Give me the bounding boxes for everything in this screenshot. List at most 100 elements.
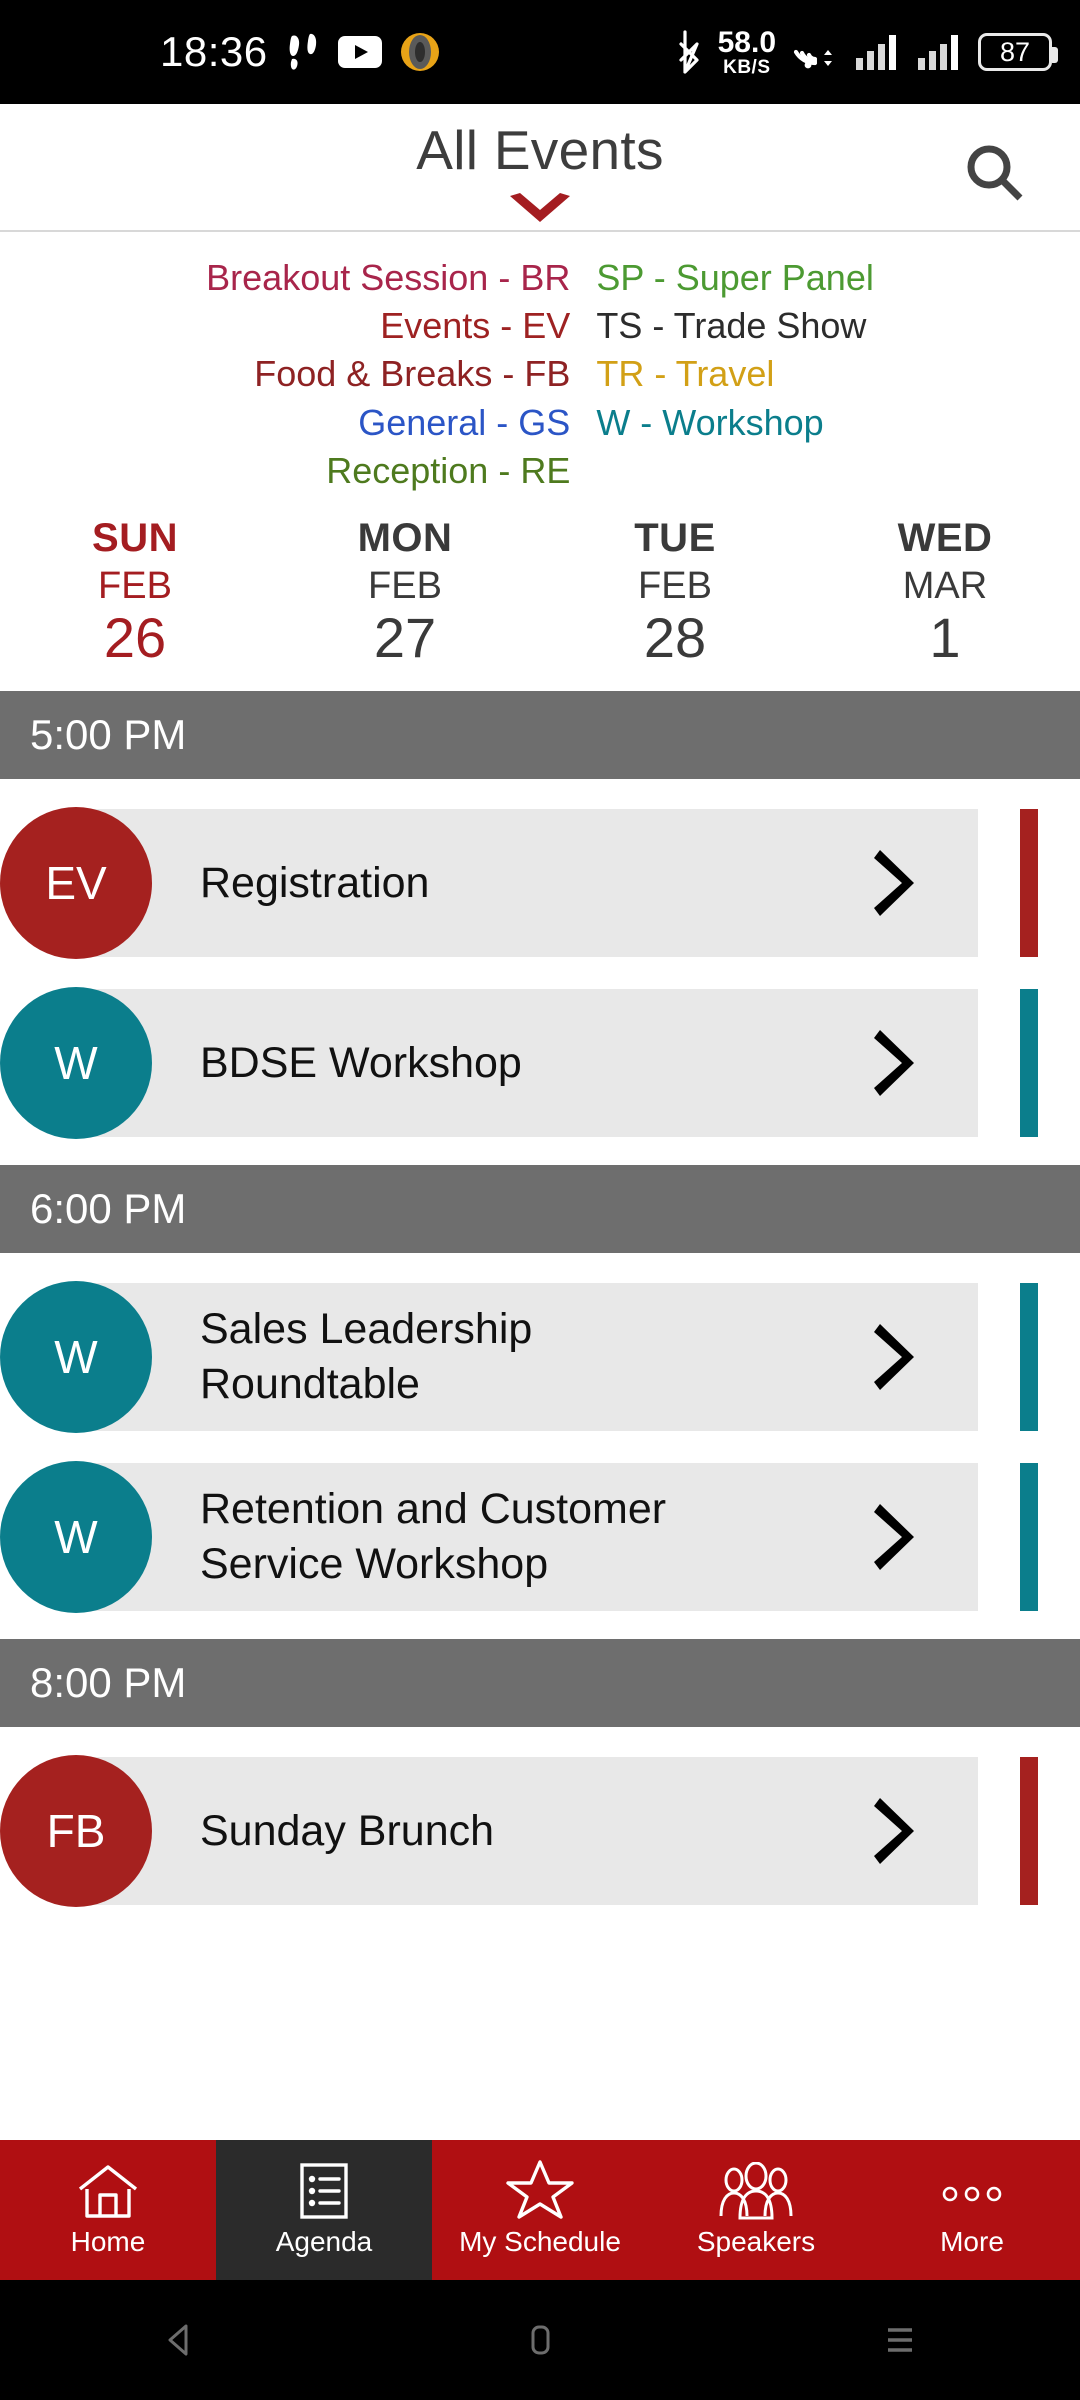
recents-lines-icon[interactable]	[810, 2280, 990, 2400]
event-category-code: W	[54, 1511, 98, 1564]
time-header: 6:00 PM	[0, 1165, 1080, 1254]
people-icon	[715, 2162, 797, 2220]
event-card[interactable]: W BDSE Workshop	[0, 987, 978, 1140]
event-title: Sales Leadership Roundtable	[200, 1305, 533, 1409]
nav-item-my-schedule[interactable]: My Schedule	[432, 2140, 648, 2280]
nav-label: My Schedule	[459, 2226, 621, 2257]
event-card[interactable]: FB Sunday Brunch	[0, 1755, 978, 1908]
legend-item: TR - Travel	[596, 353, 775, 395]
legend-column-right: SP - Super Panel TS - Trade Show TR - Tr…	[596, 254, 874, 495]
event-row[interactable]: FB Sunday Brunch	[0, 1755, 1080, 1908]
event-row[interactable]: W BDSE Workshop	[0, 987, 1080, 1140]
date-tab-day: 26	[103, 605, 167, 669]
category-legend: Breakout Session - BR Events - EV Food &…	[0, 232, 1080, 502]
footsteps-icon	[286, 32, 320, 72]
event-category-stripe	[1020, 1757, 1038, 1906]
battery-level: 87	[999, 36, 1031, 67]
chevron-right-icon[interactable]	[870, 846, 922, 920]
network-speed-unit: KB/S	[723, 56, 771, 78]
phone-screen: 18:36 58.0 KB/S 87 All Events Breakout S…	[0, 0, 1080, 2400]
date-tab-sun-feb-26[interactable]: SUN FEB 26	[0, 517, 270, 667]
more-dots-icon	[936, 2162, 1008, 2220]
event-title: Sunday Brunch	[200, 1806, 495, 1855]
event-row[interactable]: W Sales Leadership Roundtable	[0, 1281, 1080, 1434]
event-card[interactable]: W Sales Leadership Roundtable	[0, 1281, 978, 1434]
event-row[interactable]: EV Registration	[0, 807, 1080, 960]
nav-item-agenda[interactable]: Agenda	[216, 2140, 432, 2280]
time-block-events: FB Sunday Brunch	[0, 1727, 1080, 1933]
event-category-code: W	[54, 1331, 98, 1384]
date-tab-day: 1	[929, 605, 961, 669]
date-tab-mon-feb-27[interactable]: MON FEB 27	[270, 517, 540, 667]
date-tab-month: FEB	[98, 564, 172, 607]
time-header: 5:00 PM	[0, 691, 1080, 780]
legend-item: TS - Trade Show	[596, 305, 867, 347]
event-card[interactable]: EV Registration	[0, 807, 978, 960]
date-tab-month: MAR	[902, 564, 988, 607]
chevron-right-icon[interactable]	[870, 1026, 922, 1100]
event-title: BDSE Workshop	[200, 1038, 522, 1087]
legend-item: W - Workshop	[596, 401, 824, 443]
event-category-code: W	[54, 1037, 98, 1090]
event-category-stripe	[1020, 809, 1038, 958]
star-icon	[505, 2160, 575, 2220]
event-category-code: EV	[45, 857, 107, 910]
nav-item-speakers[interactable]: Speakers	[648, 2140, 864, 2280]
signal-bars-sim1-icon	[854, 32, 902, 72]
chevron-right-icon[interactable]	[870, 1320, 922, 1394]
event-title: Retention and Customer Service Workshop	[200, 1485, 667, 1589]
agenda-list: 5:00 PM EV Registration W BDSE Workshop …	[0, 691, 1080, 1934]
legend-item: General - GS	[358, 401, 571, 443]
nav-label: Home	[70, 2226, 146, 2257]
status-bar-right: 58.0 KB/S 87	[676, 25, 1058, 78]
nav-item-home[interactable]: Home	[0, 2140, 216, 2280]
chevron-right-icon[interactable]	[870, 1500, 922, 1574]
network-speed-value: 58.0	[717, 25, 776, 59]
date-selector: SUN FEB 26 MON FEB 27 TUE FEB 28 WED MAR…	[0, 501, 1080, 692]
chevron-right-icon[interactable]	[870, 1794, 922, 1868]
date-tab-wed-mar-1[interactable]: WED MAR 1	[810, 517, 1080, 667]
bluetooth-icon	[676, 29, 704, 75]
date-tab-tue-feb-28[interactable]: TUE FEB 28	[540, 517, 810, 667]
event-category-badge: W	[0, 987, 152, 1140]
event-title: Registration	[200, 858, 430, 907]
time-header: 8:00 PM	[0, 1639, 1080, 1728]
status-clock: 18:36	[160, 28, 268, 75]
nav-label: More	[940, 2226, 1004, 2257]
nav-label: Speakers	[696, 2226, 816, 2257]
event-category-stripe	[1020, 1283, 1038, 1432]
event-card[interactable]: W Retention and Customer Service Worksho…	[0, 1461, 978, 1614]
youtube-icon	[337, 36, 382, 68]
date-tab-day: 28	[643, 605, 707, 669]
status-bar-left: 18:36	[160, 28, 440, 76]
event-row[interactable]: W Retention and Customer Service Worksho…	[0, 1461, 1080, 1614]
bottom-navigation: Home Agenda My Schedule Speakers More	[0, 2140, 1080, 2280]
legend-item: Food & Breaks - FB	[254, 353, 571, 395]
nav-item-more[interactable]: More	[864, 2140, 1080, 2280]
event-category-badge: FB	[0, 1755, 152, 1908]
event-category-stripe	[1020, 989, 1038, 1138]
date-tab-dow: TUE	[634, 516, 716, 561]
wifi-icon	[790, 31, 840, 73]
network-speed: 58.0 KB/S	[717, 25, 776, 78]
legend-item: SP - Super Panel	[596, 257, 874, 298]
nav-label: Agenda	[275, 2226, 373, 2257]
legend-column-left: Breakout Session - BR Events - EV Food &…	[206, 254, 570, 495]
event-category-badge: W	[0, 1461, 152, 1614]
date-tab-dow: SUN	[92, 516, 178, 561]
date-tab-dow: MON	[357, 516, 453, 561]
date-tab-month: FEB	[638, 564, 712, 607]
battery-indicator: 87	[978, 33, 1058, 71]
event-category-badge: EV	[0, 807, 152, 960]
legend-item: Events - EV	[380, 305, 571, 347]
back-triangle-icon[interactable]	[90, 2280, 270, 2400]
search-icon[interactable]	[956, 134, 1034, 212]
android-navigation-bar	[0, 2280, 1080, 2400]
home-icon	[76, 2162, 140, 2220]
date-tab-dow: WED	[897, 516, 993, 561]
signal-bars-sim2-icon	[916, 32, 964, 72]
chevron-down-icon[interactable]	[504, 190, 576, 235]
date-tab-day: 27	[373, 605, 437, 669]
home-square-icon[interactable]	[450, 2280, 630, 2400]
legend-item: Breakout Session - BR	[206, 257, 571, 298]
